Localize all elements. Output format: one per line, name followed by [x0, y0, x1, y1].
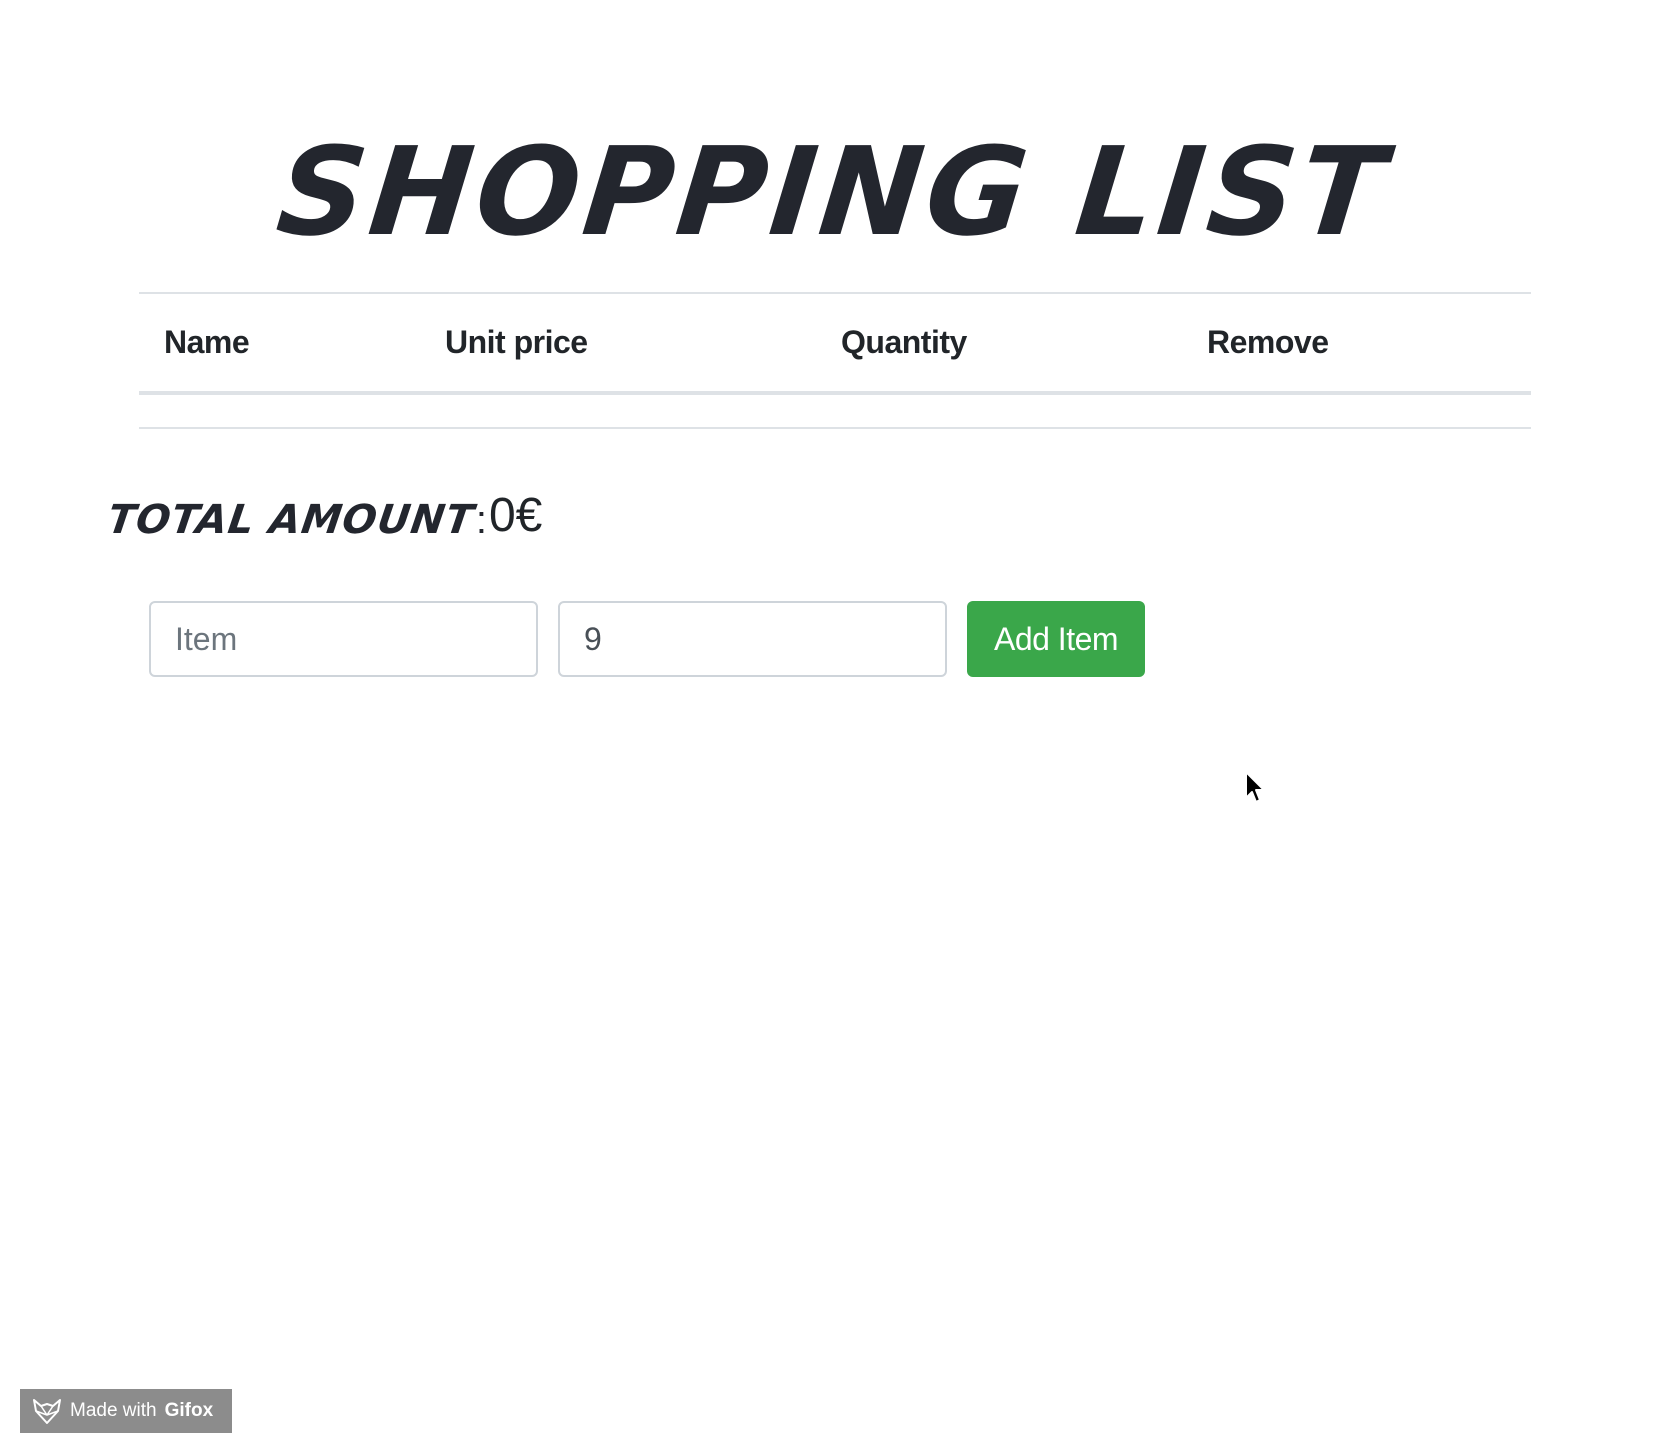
add-item-form: Add Item [149, 601, 1145, 677]
total-amount-row: TOTAL AMOUNT : 0€ [105, 478, 543, 548]
made-with-gifox-badge[interactable]: Made with Gifox [20, 1389, 232, 1433]
fox-head-icon [33, 1399, 61, 1424]
table-header: Name Unit price Quantity Remove [139, 294, 1531, 395]
page-title: SHOPPING LIST [271, 120, 1395, 263]
mouse-pointer-icon [1245, 771, 1265, 803]
column-header-name: Name [164, 324, 250, 360]
total-amount-separator: : [475, 498, 487, 542]
column-header-remove: Remove [1207, 324, 1329, 360]
table-body [139, 395, 1531, 429]
shopping-table: Name Unit price Quantity Remove [139, 292, 1531, 429]
add-item-button[interactable]: Add Item [967, 601, 1145, 677]
total-amount-label: TOTAL AMOUNT [104, 497, 478, 543]
column-header-quantity: Quantity [841, 324, 967, 360]
badge-prefix-text: Made with [70, 1400, 157, 1421]
quantity-input[interactable] [558, 601, 947, 677]
total-amount-value: 0€ [488, 489, 543, 542]
badge-brand-text: Gifox [164, 1400, 214, 1421]
column-header-unit-price: Unit price [445, 324, 588, 360]
item-name-input[interactable] [149, 601, 538, 677]
